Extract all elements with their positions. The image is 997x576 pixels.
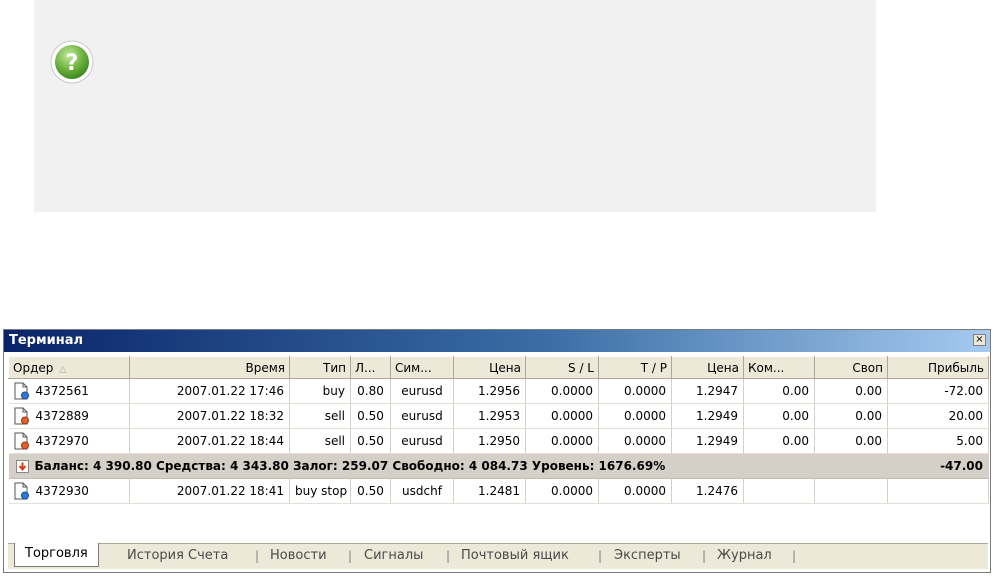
tab-signals[interactable]: Сигналы — [364, 547, 423, 565]
col-profit-header[interactable]: Прибыль — [887, 356, 989, 379]
tab-news[interactable]: Новости — [270, 547, 327, 565]
balance-down-arrow-icon — [15, 460, 29, 473]
open-price-cell: 1.2956 — [453, 378, 526, 404]
tab-separator: | — [255, 549, 260, 563]
tp-cell: 0.0000 — [598, 478, 672, 504]
time-cell: 2007.01.22 17:46 — [129, 378, 290, 404]
tab-journal[interactable]: Журнал — [717, 547, 772, 565]
col-symbol-header[interactable]: Сим... — [390, 356, 454, 379]
terminal-title: Терминал — [9, 333, 84, 348]
question-icon: ? — [50, 40, 94, 84]
profit-cell — [887, 478, 989, 504]
sort-ascending-icon: △ — [59, 364, 67, 375]
tab-experts[interactable]: Эксперты — [614, 547, 681, 565]
terminal-window: Терминал × Ордер △ Время Тип Л... Сим... … — [3, 329, 991, 573]
svg-text:?: ? — [66, 51, 79, 76]
tp-cell: 0.0000 — [598, 428, 672, 454]
open-price-cell: 1.2481 — [453, 478, 526, 504]
orders-grid: Ордер △ Время Тип Л... Сим... Цена S / L … — [8, 356, 989, 504]
order-cell: 4372930 — [8, 478, 130, 504]
profit-cell: -72.00 — [887, 378, 989, 404]
table-row[interactable]: 4372889 2007.01.22 18:32 sell 0.50 eurus… — [8, 403, 989, 429]
buy-order-icon — [14, 382, 29, 400]
commission-cell: 0.00 — [743, 403, 815, 429]
sl-cell: 0.0000 — [525, 378, 599, 404]
open-price-cell: 1.2953 — [453, 403, 526, 429]
tp-cell: 0.0000 — [598, 378, 672, 404]
sell-order-icon — [14, 432, 29, 450]
col-tp-header[interactable]: T / P — [598, 356, 672, 379]
swap-cell: 0.00 — [814, 428, 888, 454]
grid-header: Ордер △ Время Тип Л... Сим... Цена S / L … — [8, 356, 989, 379]
tab-separator: | — [702, 549, 707, 563]
col-commission-header[interactable]: Ком... — [743, 356, 815, 379]
type-cell: sell — [289, 428, 351, 454]
total-profit-cell: -47.00 — [887, 453, 989, 479]
col-price-header[interactable]: Цена — [671, 356, 744, 379]
price-cell: 1.2949 — [671, 428, 744, 454]
tab-separator: | — [446, 549, 451, 563]
terminal-tabbar: Торговля История Счета | Новости | Сигна… — [8, 543, 988, 569]
col-swap-header[interactable]: Своп — [814, 356, 888, 379]
time-cell: 2007.01.22 18:44 — [129, 428, 290, 454]
sell-order-icon — [14, 407, 29, 425]
table-row[interactable]: 4372561 2007.01.22 17:46 buy 0.80 eurusd… — [8, 378, 989, 404]
commission-cell: 0.00 — [743, 378, 815, 404]
lots-cell: 0.50 — [350, 478, 391, 504]
sl-cell: 0.0000 — [525, 478, 599, 504]
sl-cell: 0.0000 — [525, 403, 599, 429]
help-note-box — [34, 0, 876, 212]
col-time-header[interactable]: Время — [129, 356, 290, 379]
tab-separator: | — [348, 549, 353, 563]
commission-cell — [743, 478, 815, 504]
symbol-cell: usdchf — [390, 478, 454, 504]
symbol-cell: eurusd — [390, 403, 454, 429]
tab-separator: | — [792, 549, 797, 563]
profit-cell: 5.00 — [887, 428, 989, 454]
price-cell: 1.2947 — [671, 378, 744, 404]
order-cell: 4372889 — [8, 403, 130, 429]
balance-summary-text: Баланс: 4 390.80 Средства: 4 343.80 Зало… — [34, 459, 666, 473]
swap-cell: 0.00 — [814, 403, 888, 429]
col-lots-header[interactable]: Л... — [350, 356, 391, 379]
profit-cell: 20.00 — [887, 403, 989, 429]
tab-separator: | — [598, 549, 603, 563]
type-cell: buy stop — [289, 478, 351, 504]
order-cell: 4372970 — [8, 428, 130, 454]
symbol-cell: eurusd — [390, 378, 454, 404]
symbol-cell: eurusd — [390, 428, 454, 454]
open-price-cell: 1.2950 — [453, 428, 526, 454]
type-cell: buy — [289, 378, 351, 404]
pending-order-icon — [14, 482, 29, 500]
type-cell: sell — [289, 403, 351, 429]
col-type-header[interactable]: Тип — [289, 356, 351, 379]
lots-cell: 0.50 — [350, 403, 391, 429]
commission-cell: 0.00 — [743, 428, 815, 454]
close-button[interactable]: × — [973, 334, 986, 346]
terminal-titlebar: Терминал × — [4, 330, 990, 352]
lots-cell: 0.50 — [350, 428, 391, 454]
time-cell: 2007.01.22 18:32 — [129, 403, 290, 429]
tab-account-history[interactable]: История Счета — [127, 547, 228, 565]
tp-cell: 0.0000 — [598, 403, 672, 429]
tab-mailbox[interactable]: Почтовый ящик — [461, 547, 569, 565]
table-row[interactable]: 4372930 2007.01.22 18:41 buy stop 0.50 u… — [8, 478, 989, 504]
balance-summary-row[interactable]: Баланс: 4 390.80 Средства: 4 343.80 Зало… — [8, 453, 989, 479]
sl-cell: 0.0000 — [525, 428, 599, 454]
price-cell: 1.2476 — [671, 478, 744, 504]
col-open-price-header[interactable]: Цена — [453, 356, 526, 379]
swap-cell: 0.00 — [814, 378, 888, 404]
table-row[interactable]: 4372970 2007.01.22 18:44 sell 0.50 eurus… — [8, 428, 989, 454]
time-cell: 2007.01.22 18:41 — [129, 478, 290, 504]
tab-trade[interactable]: Торговля — [14, 543, 99, 567]
order-cell: 4372561 — [8, 378, 130, 404]
col-sl-header[interactable]: S / L — [525, 356, 599, 379]
lots-cell: 0.80 — [350, 378, 391, 404]
col-order-header[interactable]: Ордер △ — [8, 356, 130, 379]
price-cell: 1.2949 — [671, 403, 744, 429]
balance-summary-cell: Баланс: 4 390.80 Средства: 4 343.80 Зало… — [8, 453, 888, 479]
swap-cell — [814, 478, 888, 504]
